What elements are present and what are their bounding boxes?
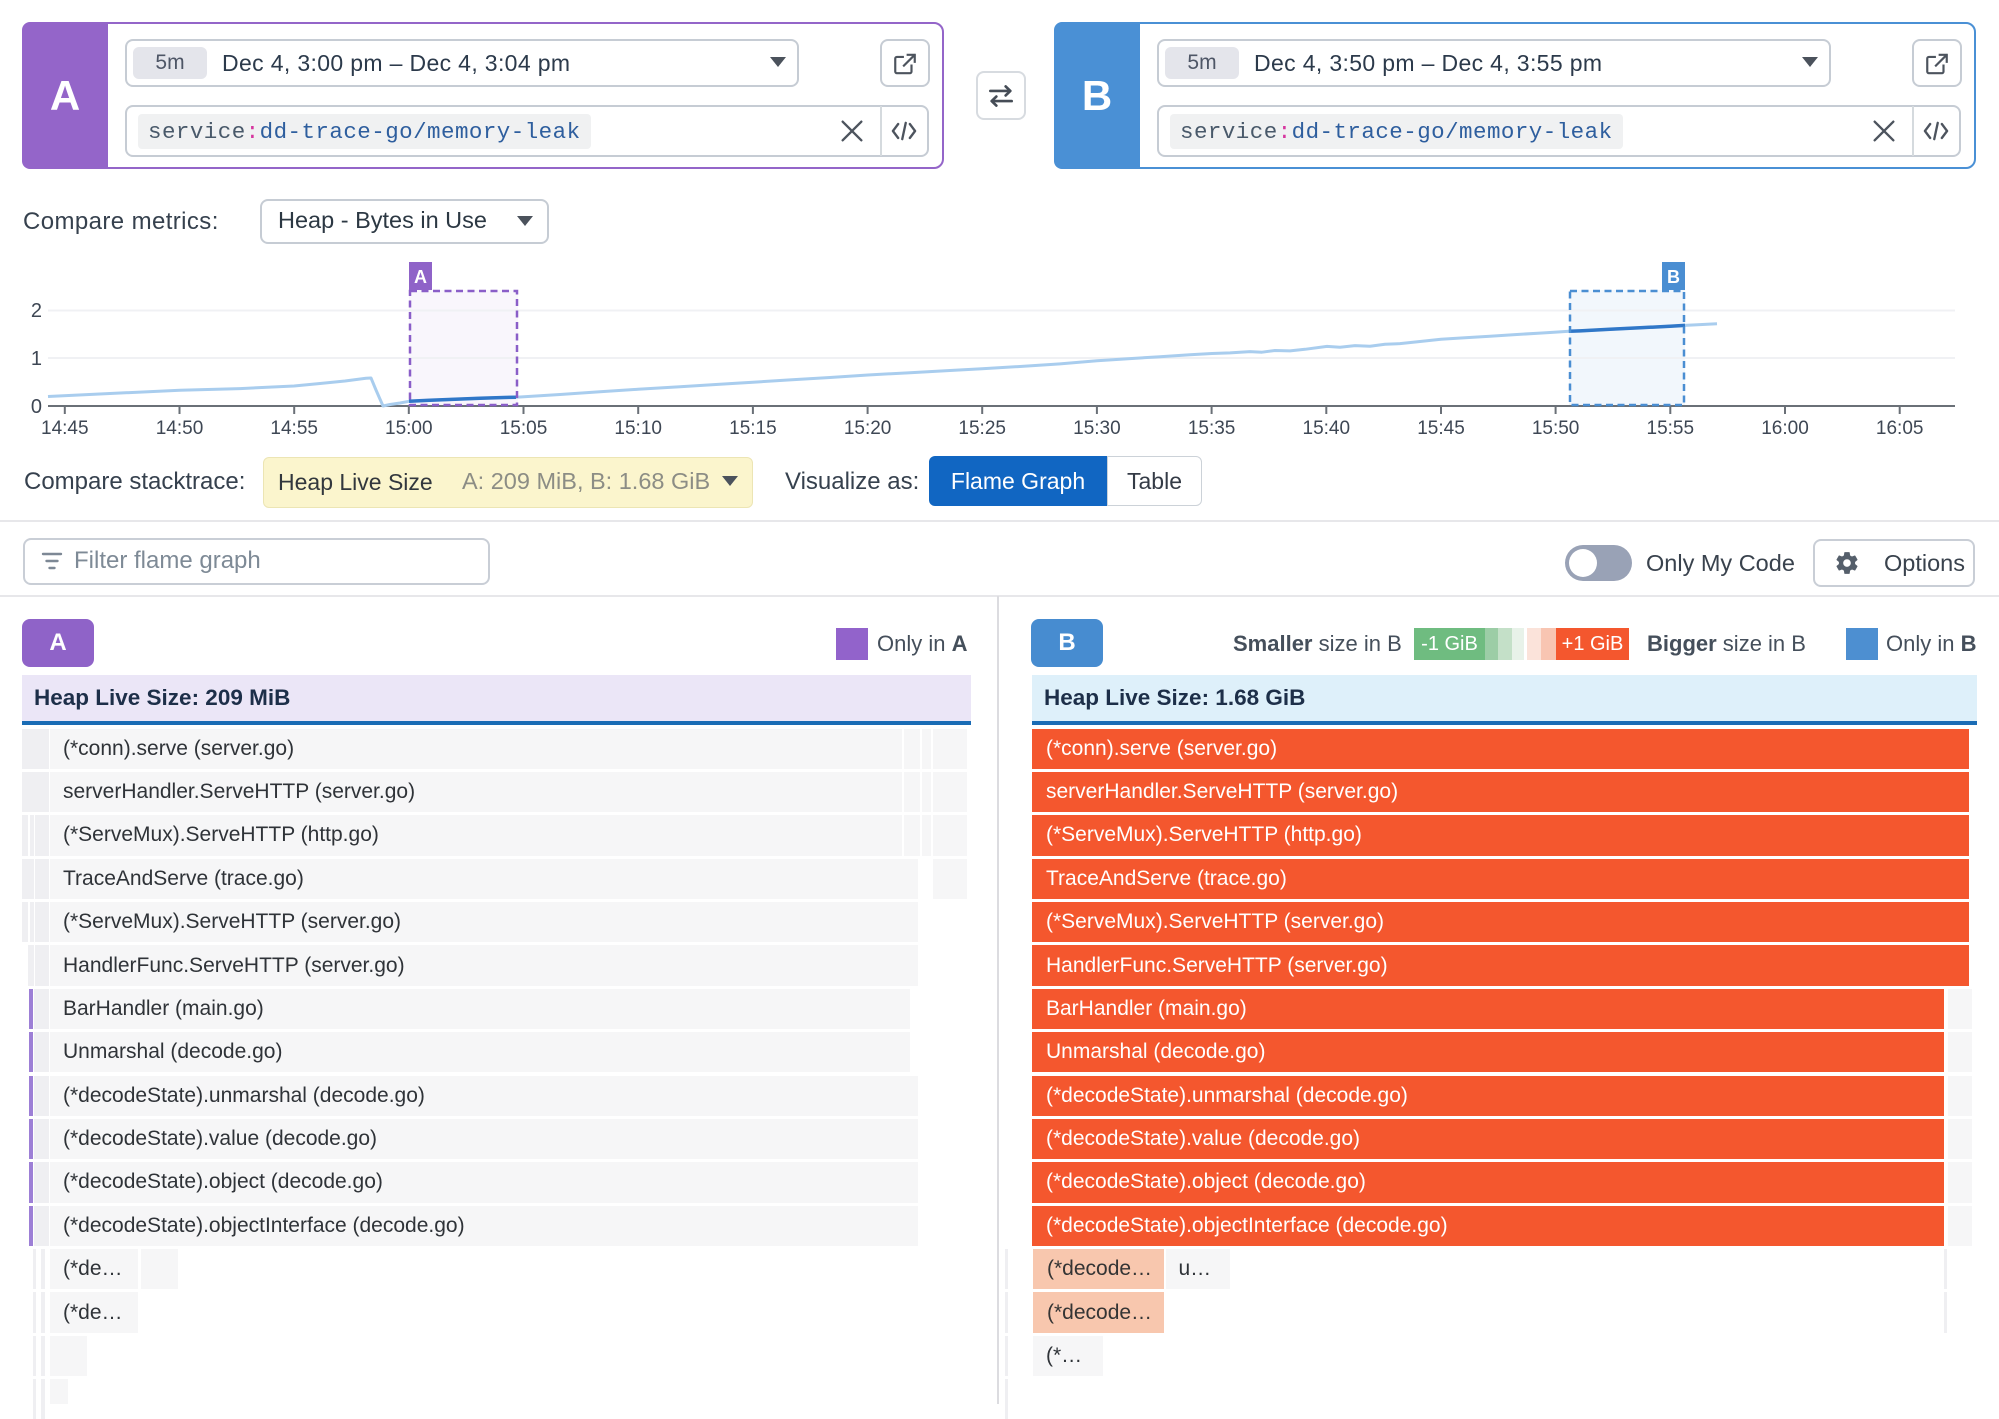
svg-text:14:45: 14:45 <box>41 418 89 439</box>
svg-text:A: A <box>414 267 427 287</box>
svg-text:15:00: 15:00 <box>385 418 433 439</box>
svg-text:15:15: 15:15 <box>729 418 777 439</box>
svg-text:15:20: 15:20 <box>844 418 892 439</box>
svg-text:15:25: 15:25 <box>958 418 1006 439</box>
svg-text:16:05: 16:05 <box>1876 418 1924 439</box>
svg-text:2: 2 <box>31 300 42 322</box>
svg-text:15:50: 15:50 <box>1532 418 1580 439</box>
svg-text:15:30: 15:30 <box>1073 418 1121 439</box>
svg-text:1: 1 <box>31 348 42 370</box>
svg-text:B: B <box>1667 267 1680 287</box>
svg-text:15:10: 15:10 <box>614 418 662 439</box>
svg-text:15:45: 15:45 <box>1417 418 1465 439</box>
svg-text:15:05: 15:05 <box>500 418 548 439</box>
svg-text:0: 0 <box>31 396 42 418</box>
svg-text:15:40: 15:40 <box>1303 418 1351 439</box>
svg-text:15:35: 15:35 <box>1188 418 1236 439</box>
svg-text:14:55: 14:55 <box>270 418 318 439</box>
svg-text:14:50: 14:50 <box>156 418 204 439</box>
svg-text:16:00: 16:00 <box>1761 418 1809 439</box>
svg-text:15:55: 15:55 <box>1647 418 1695 439</box>
